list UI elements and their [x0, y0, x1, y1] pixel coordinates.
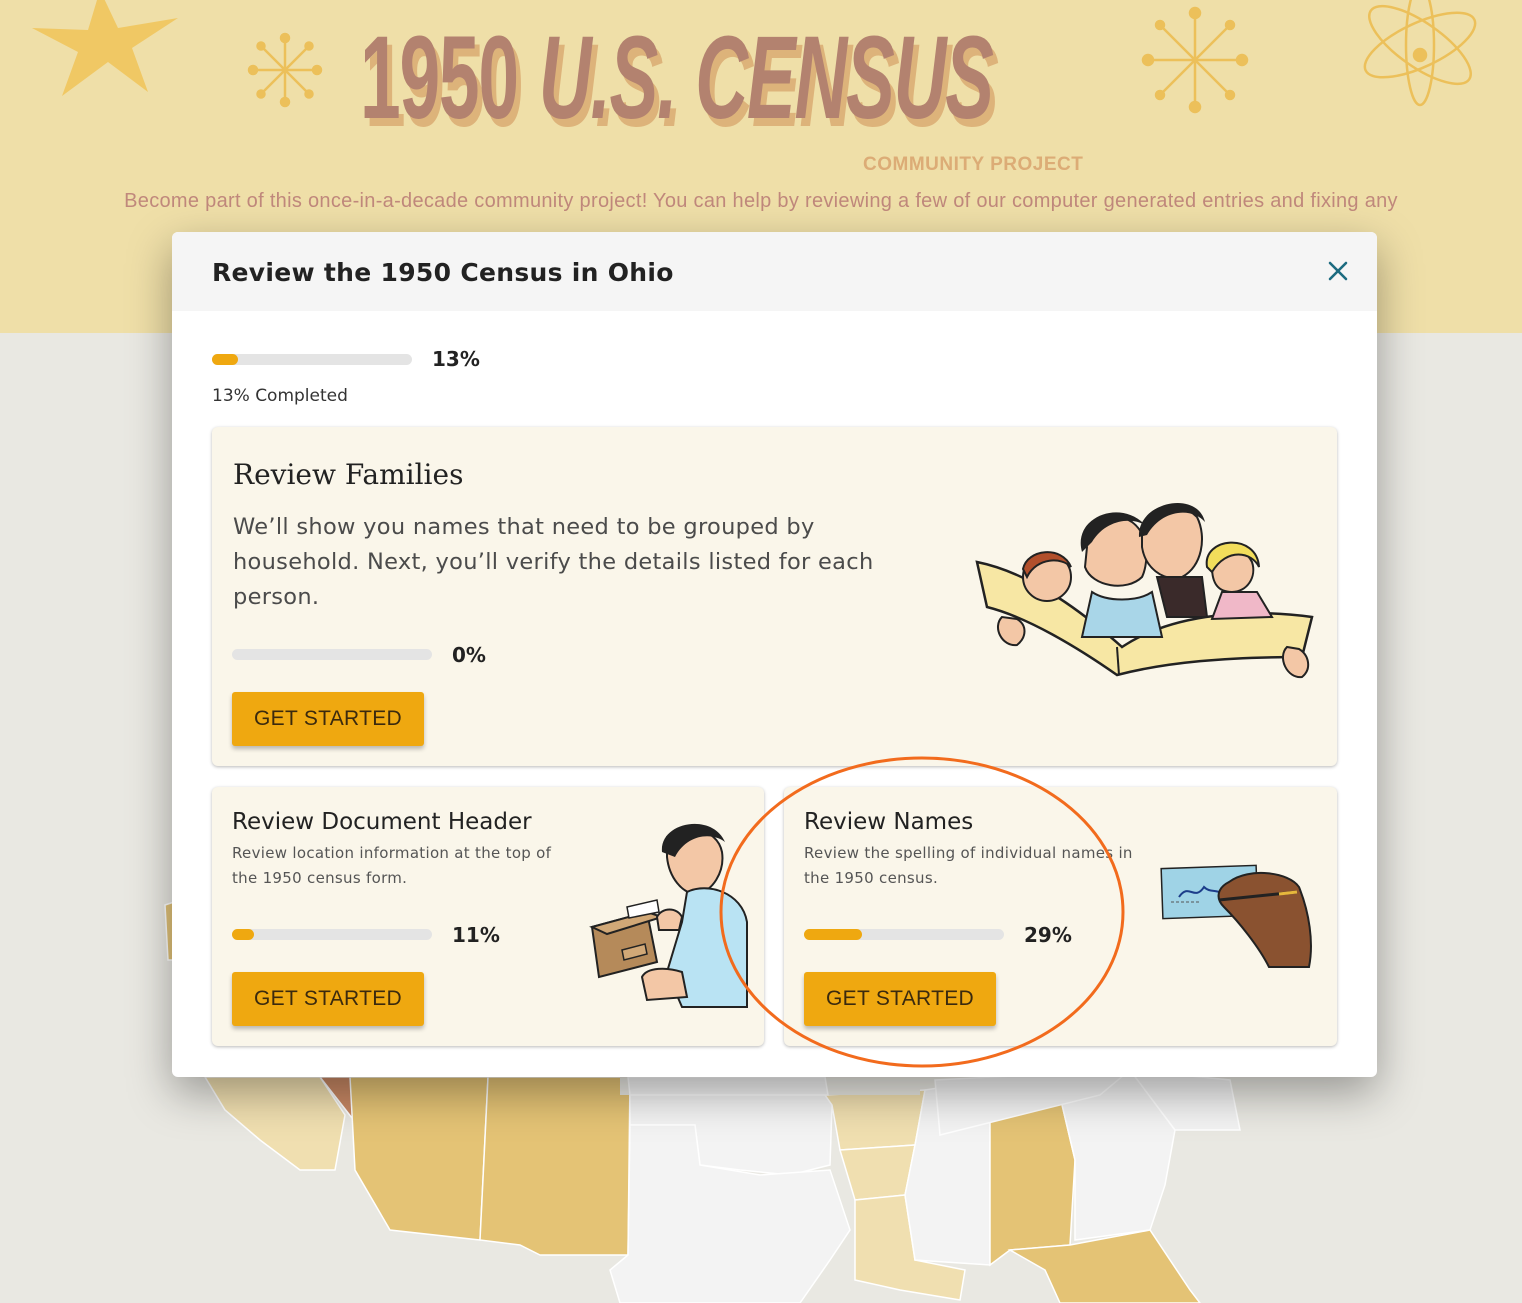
card-progress-percent: 29%	[1024, 923, 1072, 947]
map-state	[839, 1144, 916, 1201]
starburst-icon	[1141, 6, 1249, 114]
card-progress-percent: 0%	[452, 643, 486, 667]
card-progress-bar	[232, 929, 432, 940]
intro-text: Become part of this once-in-a-decade com…	[124, 190, 1398, 212]
review-document-header-card: Review Document Header Review location i…	[212, 787, 764, 1046]
atom-icon	[1363, 0, 1477, 107]
overall-completed-label: 13% Completed	[212, 386, 348, 406]
overall-progress-percent: 13%	[432, 347, 480, 371]
card-progress-fill	[804, 929, 862, 940]
page-title: 1950 U.S. CENSUS	[360, 18, 994, 138]
card-title: Review Families	[233, 458, 464, 491]
title-rest: U.S. CENSUS	[538, 12, 994, 144]
family-reading-newspaper-illustration	[975, 502, 1314, 679]
man-filing-cards-illustration	[589, 823, 748, 1008]
card-description: We’ll show you names that need to be gro…	[233, 514, 874, 610]
get-started-families-button[interactable]: GET STARTED	[232, 692, 424, 746]
card-title: Review Document Header	[232, 809, 532, 835]
card-description: Review the spelling of individual names …	[804, 844, 1133, 887]
card-description: Review location information at the top o…	[232, 844, 552, 887]
close-icon	[1328, 261, 1348, 281]
overall-progress-fill	[212, 354, 238, 365]
modal-header: Review the 1950 Census in Ohio	[172, 232, 1377, 311]
card-progress-bar	[232, 649, 432, 660]
card-progress-bar	[804, 929, 1004, 940]
title-year: 1950	[360, 12, 519, 144]
map-state	[479, 1076, 631, 1256]
review-modal: Review the 1950 Census in Ohio 13% 13% C…	[172, 232, 1377, 1077]
map-state	[203, 1076, 346, 1171]
starburst-icon	[247, 32, 323, 108]
hand-signing-check-illustration	[1160, 864, 1312, 968]
card-progress-fill	[232, 929, 254, 940]
close-button[interactable]	[1325, 258, 1351, 284]
card-progress-percent: 11%	[452, 923, 500, 947]
get-started-document-header-button[interactable]: GET STARTED	[232, 972, 424, 1026]
starburst-icon	[32, 0, 178, 96]
get-started-names-button[interactable]: GET STARTED	[804, 972, 996, 1026]
page-subtitle: COMMUNITY PROJECT	[863, 154, 1084, 175]
map-state	[349, 1076, 489, 1241]
card-title: Review Names	[804, 809, 974, 835]
overall-progress-bar	[212, 354, 412, 365]
review-names-card: Review Names Review the spelling of indi…	[784, 787, 1337, 1046]
review-families-card: Review Families We’ll show you names tha…	[212, 427, 1337, 766]
map-state	[823, 1089, 926, 1151]
modal-title: Review the 1950 Census in Ohio	[212, 258, 674, 287]
